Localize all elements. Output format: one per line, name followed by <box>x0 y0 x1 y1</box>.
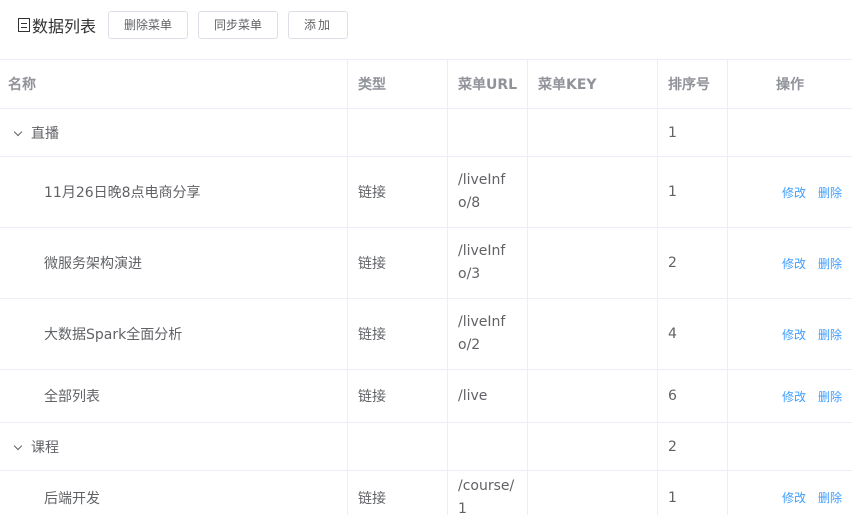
table-row: 后端开发 链接 /course/1 1 修改 删除 <box>0 471 852 515</box>
type-cell: 链接 <box>348 228 448 298</box>
ops-cell <box>728 109 852 156</box>
name-cell: 11月26日晚8点电商分享 <box>0 157 348 227</box>
name-cell: 直播 <box>0 109 348 156</box>
ops-cell: 修改 删除 <box>728 228 852 298</box>
edit-link[interactable]: 修改 <box>782 184 806 201</box>
url-text: /liveInfo/8 <box>458 172 506 211</box>
url-cell: /liveInfo/3 <box>448 228 528 298</box>
row-name: 后端开发 <box>44 490 100 507</box>
row-name: 课程 <box>31 439 59 456</box>
table-row: 直播 1 <box>0 109 852 157</box>
row-actions: 修改 删除 <box>782 489 842 506</box>
sort-cell: 2 <box>658 228 728 298</box>
type-cell <box>348 109 448 156</box>
ops-cell: 修改 删除 <box>728 299 852 369</box>
key-cell <box>528 228 658 298</box>
menu-table: 名称 类型 菜单URL 菜单KEY 排序号 操作 直播 1 11月26日晚8点电… <box>0 59 852 515</box>
url-cell: /liveInfo/2 <box>448 299 528 369</box>
name-cell: 课程 <box>0 423 348 470</box>
row-name: 11月26日晚8点电商分享 <box>44 185 201 201</box>
sort-cell: 1 <box>658 471 728 515</box>
column-header-ops: 操作 <box>776 77 804 93</box>
sync-menu-button[interactable]: 同步菜单 <box>198 11 278 39</box>
ops-cell: 修改 删除 <box>728 370 852 422</box>
type-cell <box>348 423 448 470</box>
delete-link[interactable]: 删除 <box>818 489 842 506</box>
expand-caret-icon[interactable] <box>14 443 22 451</box>
type-cell: 链接 <box>348 299 448 369</box>
row-name: 微服务架构演进 <box>44 256 142 272</box>
column-header-url: 菜单URL <box>448 60 528 108</box>
row-name: 全部列表 <box>44 389 100 405</box>
name-cell: 微服务架构演进 <box>0 228 348 298</box>
table-row: 课程 2 <box>0 423 852 471</box>
name-cell: 后端开发 <box>0 471 348 515</box>
sort-cell: 2 <box>658 423 728 470</box>
url-text: /liveInfo/2 <box>458 314 506 353</box>
column-header-key: 菜单KEY <box>528 60 658 108</box>
name-cell: 全部列表 <box>0 370 348 422</box>
ops-cell: 修改 删除 <box>728 471 852 515</box>
key-cell <box>528 471 658 515</box>
delete-link[interactable]: 删除 <box>818 184 842 201</box>
sort-cell: 4 <box>658 299 728 369</box>
name-cell: 大数据Spark全面分析 <box>0 299 348 369</box>
page-title: 数据列表 <box>18 14 96 36</box>
menu-list-page: 数据列表 删除菜单 同步菜单 添加 名称 类型 菜单URL 菜单KEY 排序号 … <box>0 0 852 515</box>
delete-link[interactable]: 删除 <box>818 326 842 343</box>
type-cell: 链接 <box>348 157 448 227</box>
key-cell <box>528 157 658 227</box>
row-actions: 修改 删除 <box>782 184 842 201</box>
row-name: 大数据Spark全面分析 <box>44 327 183 343</box>
table-row: 大数据Spark全面分析 链接 /liveInfo/2 4 修改 删除 <box>0 299 852 370</box>
table-header-row: 名称 类型 菜单URL 菜单KEY 排序号 操作 <box>0 60 852 109</box>
key-cell <box>528 299 658 369</box>
url-text: /course/1 <box>458 477 515 515</box>
column-header-sort: 排序号 <box>658 60 728 108</box>
key-cell <box>528 423 658 470</box>
url-text: /liveInfo/3 <box>458 243 506 282</box>
key-cell <box>528 109 658 156</box>
row-actions: 修改 删除 <box>782 255 842 272</box>
url-cell <box>448 423 528 470</box>
expand-caret-icon[interactable] <box>14 129 22 137</box>
list-icon <box>18 18 30 32</box>
url-cell <box>448 109 528 156</box>
edit-link[interactable]: 修改 <box>782 326 806 343</box>
add-button[interactable]: 添加 <box>288 11 348 39</box>
url-cell: /liveInfo/8 <box>448 157 528 227</box>
sort-cell: 6 <box>658 370 728 422</box>
delete-link[interactable]: 删除 <box>818 388 842 405</box>
row-name: 直播 <box>31 125 59 142</box>
url-text: /live <box>458 387 488 404</box>
type-cell: 链接 <box>348 370 448 422</box>
edit-link[interactable]: 修改 <box>782 489 806 506</box>
sort-cell: 1 <box>658 157 728 227</box>
edit-link[interactable]: 修改 <box>782 255 806 272</box>
edit-link[interactable]: 修改 <box>782 388 806 405</box>
row-actions: 修改 删除 <box>782 326 842 343</box>
url-cell: /live <box>448 370 528 422</box>
table-row: 11月26日晚8点电商分享 链接 /liveInfo/8 1 修改 删除 <box>0 157 852 228</box>
header-bar: 数据列表 删除菜单 同步菜单 添加 <box>0 0 852 60</box>
row-actions: 修改 删除 <box>782 388 842 405</box>
key-cell <box>528 370 658 422</box>
url-cell: /course/1 <box>448 471 528 515</box>
delete-menu-button[interactable]: 删除菜单 <box>108 11 188 39</box>
column-header-type: 类型 <box>348 60 448 108</box>
type-cell: 链接 <box>348 471 448 515</box>
table-row: 微服务架构演进 链接 /liveInfo/3 2 修改 删除 <box>0 228 852 299</box>
sort-cell: 1 <box>658 109 728 156</box>
delete-link[interactable]: 删除 <box>818 255 842 272</box>
column-header-name: 名称 <box>0 60 348 108</box>
table-row: 全部列表 链接 /live 6 修改 删除 <box>0 370 852 423</box>
ops-cell <box>728 423 852 470</box>
page-title-text: 数据列表 <box>32 17 97 36</box>
ops-cell: 修改 删除 <box>728 157 852 227</box>
